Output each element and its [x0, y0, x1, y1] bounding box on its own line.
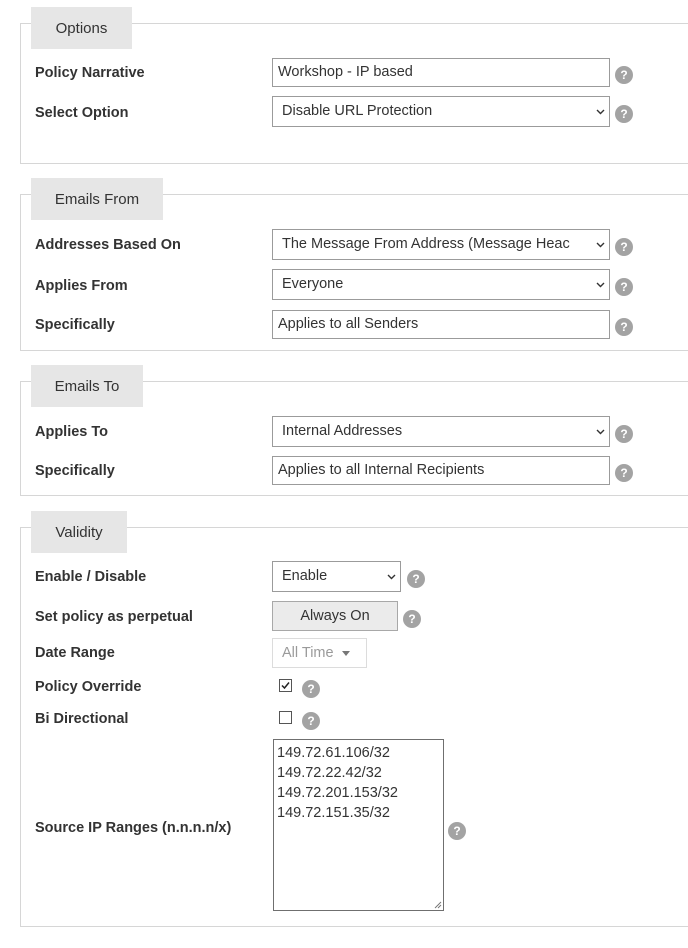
bi-directional-label: Bi Directional [35, 711, 129, 727]
emails-to-legend: Emails To [31, 365, 143, 407]
chevron-down-icon [594, 230, 606, 259]
source-ip-line: 149.72.201.153/32 [277, 785, 398, 801]
chevron-down-icon [385, 562, 397, 591]
source-ip-line: 149.72.22.42/32 [277, 765, 382, 781]
addresses-based-on-value: The Message From Address (Message Heac [282, 236, 570, 252]
specifically-to-input[interactable]: Applies to all Internal Recipients [272, 456, 610, 485]
select-option-value: Disable URL Protection [282, 103, 433, 119]
emails-from-legend: Emails From [31, 178, 163, 220]
help-icon[interactable]: ? [615, 464, 633, 482]
help-icon[interactable]: ? [615, 278, 633, 296]
validity-legend: Validity [31, 511, 127, 553]
applies-to-value: Internal Addresses [282, 423, 403, 439]
help-icon[interactable]: ? [615, 66, 633, 84]
date-range-value: All Time [282, 645, 334, 661]
help-icon[interactable]: ? [403, 610, 421, 628]
emails-from-section: Emails From Addresses Based On The Messa… [20, 178, 688, 351]
policy-override-label: Policy Override [35, 679, 142, 695]
applies-to-dropdown[interactable]: Internal Addresses [272, 416, 610, 447]
specifically-to-label: Specifically [35, 463, 115, 479]
policy-override-checkbox[interactable] [279, 679, 292, 692]
help-icon[interactable]: ? [615, 318, 633, 336]
help-icon[interactable]: ? [302, 712, 320, 730]
applies-from-dropdown[interactable]: Everyone [272, 269, 610, 300]
emails-to-section: Emails To Applies To Internal Addresses … [20, 365, 688, 496]
chevron-down-icon [594, 97, 606, 126]
enable-disable-label: Enable / Disable [35, 569, 147, 585]
date-range-dropdown[interactable]: All Time [272, 638, 367, 668]
source-ip-textarea[interactable]: 149.72.61.106/32 149.72.22.42/32 149.72.… [273, 739, 444, 911]
chevron-down-icon [594, 270, 606, 299]
addresses-based-on-label: Addresses Based On [35, 237, 181, 253]
enable-disable-dropdown[interactable]: Enable [272, 561, 401, 592]
options-section: Options Policy Narrative Workshop - IP b… [20, 7, 688, 164]
help-icon[interactable]: ? [448, 822, 466, 840]
help-icon[interactable]: ? [407, 570, 425, 588]
specifically-from-label: Specifically [35, 317, 115, 333]
policy-narrative-input[interactable]: Workshop - IP based [272, 58, 610, 87]
addresses-based-on-dropdown[interactable]: The Message From Address (Message Heac [272, 229, 610, 260]
select-option-label: Select Option [35, 105, 129, 121]
source-ip-label: Source IP Ranges (n.n.n.n/x) [35, 820, 232, 836]
help-icon[interactable]: ? [302, 680, 320, 698]
applies-from-value: Everyone [282, 276, 344, 292]
help-icon[interactable]: ? [615, 105, 633, 123]
always-on-button[interactable]: Always On [272, 601, 398, 631]
options-legend: Options [31, 7, 132, 49]
select-option-dropdown[interactable]: Disable URL Protection [272, 96, 610, 127]
bi-directional-checkbox[interactable] [279, 711, 292, 724]
enable-disable-value: Enable [282, 568, 328, 584]
date-range-label: Date Range [35, 645, 115, 661]
applies-to-label: Applies To [35, 424, 109, 440]
chevron-down-icon [594, 417, 606, 446]
help-icon[interactable]: ? [615, 425, 633, 443]
perpetual-label: Set policy as perpetual [35, 609, 193, 625]
validity-section: Validity Enable / Disable Enable ? Set p… [20, 511, 688, 927]
source-ip-line: 149.72.61.106/32 [277, 745, 390, 761]
specifically-from-input[interactable]: Applies to all Senders [272, 310, 610, 339]
source-ip-line: 149.72.151.35/32 [277, 805, 390, 821]
applies-from-label: Applies From [35, 278, 128, 294]
resize-grip-icon[interactable] [433, 900, 442, 909]
checkmark-icon [281, 682, 290, 690]
help-icon[interactable]: ? [615, 238, 633, 256]
policy-narrative-label: Policy Narrative [35, 65, 145, 81]
caret-down-icon [341, 650, 350, 656]
